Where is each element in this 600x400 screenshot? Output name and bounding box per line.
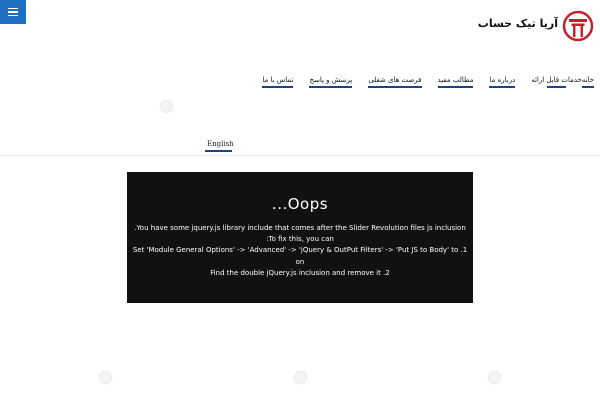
slider-dot[interactable] [295,372,306,383]
nav-item-label: خانه [581,76,594,84]
main-nav: خانه خدمات قابل ارائه درباره ما مطالب مف… [246,76,594,88]
hamburger-icon-line [8,11,18,13]
nav-underline [262,86,294,88]
site-logo[interactable]: آریا تیک حساب [478,10,594,42]
logo-icon [562,10,594,42]
slider-dot[interactable] [100,372,111,383]
nav-item-careers[interactable]: فرصت های شغلی [368,76,422,88]
slider-error-box: Oops... You have some jquery.js library … [127,172,473,303]
error-line: 2. Find the double jQuery.js inclusion a… [210,268,390,277]
nav-item-faq[interactable]: پرسش و پاسخ [309,76,353,88]
language-underline [205,150,232,152]
language-switch-english[interactable]: English [207,140,234,148]
nav-item-label: تماس با ما [262,76,294,84]
nav-underline [368,86,422,88]
nav-item-home[interactable]: خانه [581,76,594,88]
nav-item-contact[interactable]: تماس با ما [262,76,294,88]
nav-item-services[interactable]: خدمات قابل ارائه [531,76,582,88]
nav-underline [489,86,516,88]
nav-item-label: درباره ما [489,76,516,84]
menu-toggle-button[interactable] [0,0,26,24]
divider [0,155,600,156]
hamburger-icon-line [8,14,18,17]
error-line: To fix this, you can: [266,235,334,244]
error-line: You have some jquery.js library include … [134,224,466,232]
nav-underline [581,86,594,88]
nav-item-label: خدمات قابل ارائه [531,76,582,84]
error-line: on [295,257,305,266]
logo-text: آریا تیک حساب [477,16,558,30]
nav-item-about[interactable]: درباره ما [489,76,516,88]
hamburger-icon [8,7,18,10]
slider-dot[interactable] [489,372,500,383]
nav-item-articles[interactable]: مطالب مفید [437,76,474,88]
error-message: You have some jquery.js library include … [127,223,473,279]
nav-underline [309,86,353,88]
slider-dot[interactable] [161,101,172,112]
nav-item-label: مطالب مفید [437,76,474,84]
nav-underline [437,86,474,88]
error-title: Oops... [271,195,329,213]
error-line: 1. Set 'Module General Options' -> 'Adva… [132,246,468,255]
nav-item-label: پرسش و پاسخ [309,76,353,84]
nav-item-label: فرصت های شغلی [368,76,422,84]
nav-underline [547,86,566,88]
